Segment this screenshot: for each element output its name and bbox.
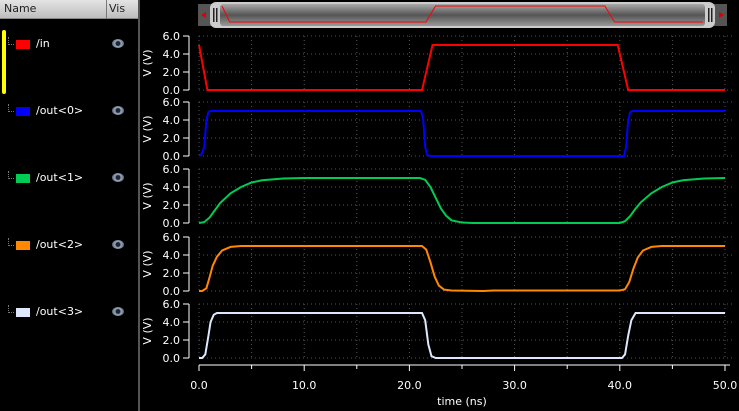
y-tick-label: 6.0	[163, 163, 181, 176]
tree-connector	[8, 37, 14, 45]
signal-browser: Name Vis /in/out<0> /out<1> /out<2> /out<3>	[0, 0, 139, 411]
signal-name: /out<2>	[36, 238, 84, 251]
signal-name: /out<3>	[36, 305, 84, 318]
signal-name: /in	[36, 37, 50, 50]
y-tick-label: 0.0	[163, 352, 181, 365]
y-tick-label: 4.0	[163, 249, 181, 262]
waveform-out2	[199, 245, 725, 293]
time-scrollbar[interactable]	[198, 2, 727, 28]
y-tick-label: 2.0	[163, 199, 181, 212]
tree-connector	[8, 238, 14, 246]
panel-divider[interactable]	[138, 0, 140, 411]
waveform-in	[198, 44, 725, 91]
y-tick-label: 6.0	[163, 298, 181, 311]
y-tick-label: 4.0	[163, 114, 181, 127]
x-axis-label: time (ns)	[437, 395, 487, 408]
x-tick-label: 50.0	[713, 379, 738, 392]
y-tick-label: 2.0	[163, 66, 181, 79]
y-tick-label: 6.0	[163, 96, 181, 109]
visibility-eye-icon[interactable]	[112, 240, 124, 249]
x-tick-label: 20.0	[397, 379, 422, 392]
y-axis-label: V (V)	[141, 182, 154, 209]
waveform-out3	[199, 312, 725, 359]
visibility-eye-icon[interactable]	[112, 106, 124, 115]
y-tick-label: 2.0	[163, 132, 181, 145]
y-tick-label: 6.0	[163, 30, 181, 43]
x-tick-label: 30.0	[502, 379, 527, 392]
vis-column-header[interactable]: Vis	[109, 2, 125, 15]
y-tick-label: 0.0	[163, 217, 181, 230]
waveform-out0	[198, 110, 725, 157]
signal-name: /out<0>	[36, 104, 84, 117]
signal-row[interactable]: /out<1>	[0, 171, 139, 187]
scroll-thumb-body	[220, 4, 705, 26]
x-tick-label: 10.0	[292, 379, 317, 392]
name-column-header[interactable]: Name	[4, 2, 36, 15]
x-tick-label: 40.0	[608, 379, 633, 392]
signal-row[interactable]: /out<3>	[0, 305, 139, 321]
y-tick-label: 6.0	[163, 231, 181, 244]
color-swatch	[16, 308, 30, 317]
y-axis-label: V (V)	[141, 317, 154, 344]
signal-row[interactable]: /out<2>	[0, 238, 139, 254]
y-tick-label: 0.0	[163, 285, 181, 298]
visibility-eye-icon[interactable]	[112, 307, 124, 316]
tree-connector	[8, 171, 14, 179]
y-axis-label: V (V)	[141, 115, 154, 142]
signal-row[interactable]: /in	[0, 37, 139, 53]
y-tick-label: 2.0	[163, 267, 181, 280]
y-tick-label: 0.0	[163, 150, 181, 163]
color-swatch	[16, 40, 30, 49]
tree-connector	[8, 104, 14, 112]
color-swatch	[16, 241, 30, 250]
right-grip-icon[interactable]	[708, 8, 710, 22]
x-tick-label: 0.0	[190, 379, 208, 392]
visibility-eye-icon[interactable]	[112, 173, 124, 182]
visibility-eye-icon[interactable]	[112, 39, 124, 48]
y-tick-label: 4.0	[163, 181, 181, 194]
signal-name: /out<1>	[36, 171, 84, 184]
signal-list-header: Name Vis	[0, 0, 139, 19]
y-tick-label: 2.0	[163, 334, 181, 347]
waveform-out1	[198, 177, 726, 224]
tree-connector	[8, 305, 14, 313]
y-tick-label: 0.0	[163, 84, 181, 97]
left-grip-icon[interactable]	[216, 8, 218, 22]
signal-row[interactable]: /out<0>	[0, 104, 139, 120]
column-separator[interactable]	[106, 0, 107, 19]
color-swatch	[16, 107, 30, 116]
y-axis-label: V (V)	[141, 49, 154, 76]
y-tick-label: 4.0	[163, 48, 181, 61]
y-axis-label: V (V)	[141, 250, 154, 277]
y-tick-label: 4.0	[163, 316, 181, 329]
left-grip-icon[interactable]	[213, 8, 215, 22]
right-grip-icon[interactable]	[711, 8, 713, 22]
color-swatch	[16, 174, 30, 183]
